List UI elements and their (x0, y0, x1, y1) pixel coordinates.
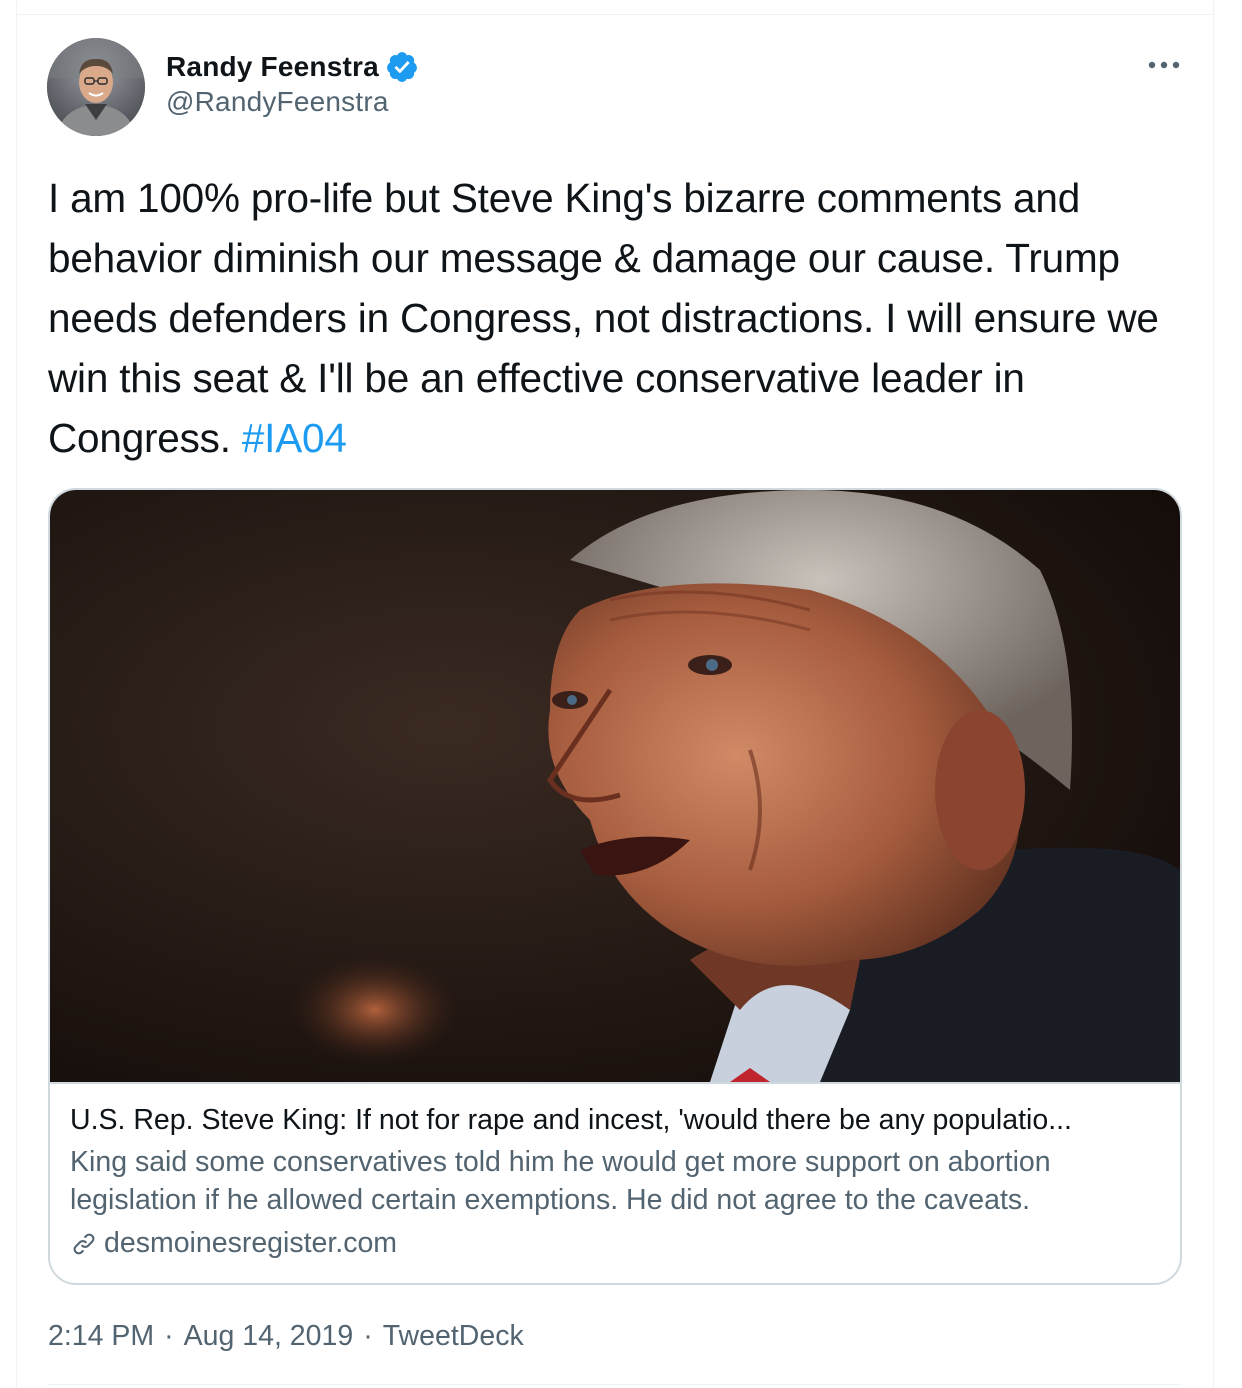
card-description: King said some conservatives told him he… (70, 1146, 1051, 1216)
card-body[interactable]: U.S. Rep. Steve King: If not for rape an… (70, 1100, 1160, 1263)
hashtag-link[interactable]: #IA04 (242, 415, 347, 461)
verified-badge-icon (385, 50, 419, 84)
tweet-date[interactable]: Aug 14, 2019 (184, 1320, 354, 1353)
card-divider (50, 1082, 1180, 1084)
card-domain[interactable]: desmoinesregister.com (104, 1223, 397, 1263)
meta-separator: · (363, 1319, 373, 1352)
card-title[interactable]: U.S. Rep. Steve King: If not for rape an… (70, 1100, 1160, 1140)
bottom-divider (48, 1384, 1182, 1385)
author-handle[interactable]: @RandyFeenstra (166, 86, 389, 118)
tweet-meta: 2:14 PM · Aug 14, 2019 · TweetDeck (48, 1316, 524, 1356)
avatar[interactable] (47, 38, 145, 136)
more-options-icon[interactable] (1144, 48, 1184, 82)
tweet-time[interactable]: 2:14 PM (48, 1320, 154, 1353)
tweet-body: I am 100% pro-life but Steve King's biza… (48, 175, 1159, 461)
card-domain-row[interactable]: desmoinesregister.com (70, 1223, 1160, 1263)
link-icon (70, 1229, 98, 1257)
link-preview-card[interactable]: U.S. Rep. Steve King: If not for rape an… (48, 488, 1182, 1285)
author-display-name[interactable]: Randy Feenstra (166, 51, 379, 83)
author-name-row[interactable]: Randy Feenstra (166, 47, 419, 87)
tweet-text: I am 100% pro-life but Steve King's biza… (48, 168, 1188, 468)
tweet-source[interactable]: TweetDeck (383, 1320, 524, 1353)
card-image[interactable] (50, 490, 1180, 1082)
meta-separator: · (164, 1319, 174, 1352)
top-divider (16, 14, 1214, 15)
